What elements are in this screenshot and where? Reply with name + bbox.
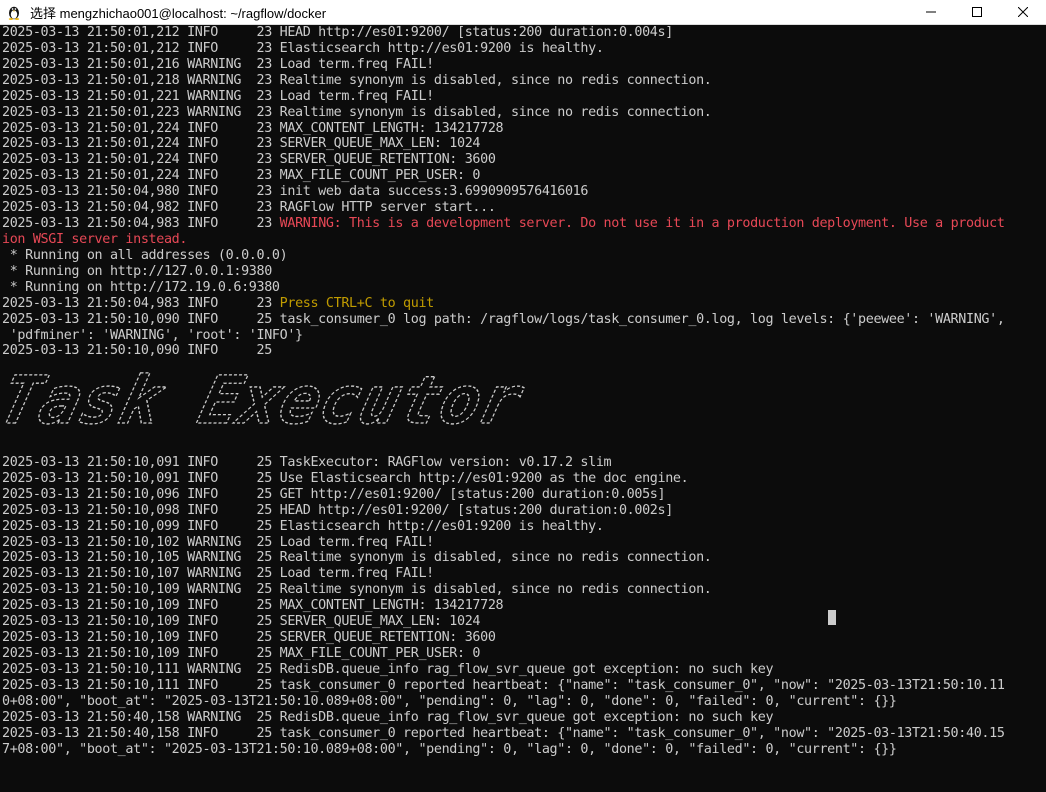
log-line: 2025-03-13 21:50:40,158 INFO 25 task_con…: [2, 726, 1044, 742]
ascii-banner: Task Executor: [2, 359, 1044, 455]
log-line: 2025-03-13 21:50:01,212 INFO 23 HEAD htt…: [2, 25, 1044, 41]
log-line: 0+08:00", "boot_at": "2025-03-13T21:50:1…: [2, 694, 1044, 710]
log-line: 2025-03-13 21:50:10,099 INFO 25 Elastics…: [2, 519, 1044, 535]
log-text: 2025-03-13 21:50:10,111 INFO 25 task_con…: [2, 677, 1005, 693]
log-text: 2025-03-13 21:50:10,111 WARNING 25 Redis…: [2, 661, 774, 677]
log-line: 2025-03-13 21:50:10,091 INFO 25 TaskExec…: [2, 455, 1044, 471]
log-text: 2025-03-13 21:50:04,983 INFO 23: [2, 216, 280, 232]
terminal-output[interactable]: 2025-03-13 21:50:01,212 INFO 23 HEAD htt…: [2, 25, 1044, 792]
log-line: 2025-03-13 21:50:10,111 INFO 25 task_con…: [2, 678, 1044, 694]
warning-text: ion WSGI server instead.: [2, 231, 188, 247]
log-line: 2025-03-13 21:50:10,109 INFO 25 MAX_FILE…: [2, 646, 1044, 662]
window-controls: [908, 0, 1046, 24]
window-title: 选择 mengzhichao001@localhost: ~/ragflow/d…: [30, 5, 327, 21]
log-line: 2025-03-13 21:50:10,109 INFO 25 SERVER_Q…: [2, 630, 1044, 646]
log-text: 2025-03-13 21:50:01,212 INFO 23 HEAD htt…: [2, 25, 673, 40]
log-text: 2025-03-13 21:50:04,983 INFO 23: [2, 295, 280, 311]
log-line: 2025-03-13 21:50:01,218 WARNING 23 Realt…: [2, 73, 1044, 89]
log-line: 2025-03-13 21:50:10,096 INFO 25 GET http…: [2, 487, 1044, 503]
log-text: 2025-03-13 21:50:01,223 WARNING 23 Realt…: [2, 104, 712, 120]
maximize-button[interactable]: [954, 0, 1000, 24]
log-text: 2025-03-13 21:50:01,224 INFO 23 MAX_CONT…: [2, 120, 504, 136]
log-text: * Running on http://172.19.0.6:9380: [2, 279, 280, 295]
log-line: 2025-03-13 21:50:04,982 INFO 23 RAGFlow …: [2, 200, 1044, 216]
log-line: 7+08:00", "boot_at": "2025-03-13T21:50:1…: [2, 742, 1044, 758]
maximize-icon: [972, 7, 982, 17]
log-text: 7+08:00", "boot_at": "2025-03-13T21:50:1…: [2, 741, 897, 757]
log-line: 2025-03-13 21:50:10,111 WARNING 25 Redis…: [2, 662, 1044, 678]
log-text: 2025-03-13 21:50:10,099 INFO 25 Elastics…: [2, 518, 604, 534]
log-line: 2025-03-13 21:50:01,224 INFO 23 MAX_FILE…: [2, 168, 1044, 184]
log-text: 2025-03-13 21:50:04,980 INFO 23 init web…: [2, 184, 589, 200]
window-titlebar[interactable]: 选择 mengzhichao001@localhost: ~/ragflow/d…: [0, 0, 1046, 25]
log-line: 2025-03-13 21:50:04,980 INFO 23 init web…: [2, 184, 1044, 200]
highlight-text: Press CTRL+C to quit: [279, 295, 435, 311]
warning-text: WARNING: This is a development server. D…: [279, 216, 1005, 232]
log-block-after: 2025-03-13 21:50:10,091 INFO 25 TaskExec…: [2, 455, 1044, 758]
log-text: 2025-03-13 21:50:04,982 INFO 23 RAGFlow …: [2, 200, 496, 216]
log-text: 'pdfminer': 'WARNING', 'root': 'INFO'}: [2, 327, 303, 343]
log-line: 2025-03-13 21:50:01,216 WARNING 23 Load …: [2, 57, 1044, 73]
log-line: 2025-03-13 21:50:01,224 INFO 23 SERVER_Q…: [2, 152, 1044, 168]
linux-penguin-icon: [6, 4, 22, 20]
log-line: 2025-03-13 21:50:10,109 INFO 25 SERVER_Q…: [2, 614, 1044, 630]
log-text: 0+08:00", "boot_at": "2025-03-13T21:50:1…: [2, 693, 897, 709]
log-text: 2025-03-13 21:50:10,109 INFO 25 SERVER_Q…: [2, 614, 481, 630]
log-text: 2025-03-13 21:50:10,109 INFO 25 MAX_CONT…: [2, 598, 504, 614]
log-line: 2025-03-13 21:50:01,221 WARNING 23 Load …: [2, 89, 1044, 105]
log-line: 2025-03-13 21:50:10,109 INFO 25 MAX_CONT…: [2, 598, 1044, 614]
log-text: 2025-03-13 21:50:01,212 INFO 23 Elastics…: [2, 40, 604, 56]
log-text: 2025-03-13 21:50:01,224 INFO 23 MAX_FILE…: [2, 168, 481, 184]
log-block-before: 2025-03-13 21:50:01,212 INFO 23 HEAD htt…: [2, 25, 1044, 359]
log-text: 2025-03-13 21:50:10,096 INFO 25 GET http…: [2, 486, 666, 502]
ascii-banner-text: Task Executor: [4, 365, 531, 439]
log-line: ion WSGI server instead.: [2, 232, 1044, 248]
log-line: 2025-03-13 21:50:40,158 WARNING 25 Redis…: [2, 710, 1044, 726]
log-line: 2025-03-13 21:50:01,224 INFO 23 MAX_CONT…: [2, 121, 1044, 137]
log-text: * Running on http://127.0.0.1:9380: [2, 263, 273, 279]
log-line: 2025-03-13 21:50:10,107 WARNING 25 Load …: [2, 566, 1044, 582]
log-text: 2025-03-13 21:50:10,091 INFO 25 TaskExec…: [2, 454, 612, 470]
log-line: 2025-03-13 21:50:04,983 INFO 23 WARNING:…: [2, 216, 1044, 232]
log-text: * Running on all addresses (0.0.0.0): [2, 247, 288, 263]
log-line: 2025-03-13 21:50:10,090 INFO 25: [2, 343, 1044, 359]
log-line: 2025-03-13 21:50:10,102 WARNING 25 Load …: [2, 535, 1044, 551]
minimize-icon: [926, 11, 936, 13]
log-line: * Running on http://127.0.0.1:9380: [2, 264, 1044, 280]
log-text: 2025-03-13 21:50:10,090 INFO 25: [2, 343, 272, 359]
log-line: 2025-03-13 21:50:10,090 INFO 25 task_con…: [2, 312, 1044, 328]
log-line: 'pdfminer': 'WARNING', 'root': 'INFO'}: [2, 328, 1044, 344]
log-text: 2025-03-13 21:50:40,158 WARNING 25 Redis…: [2, 709, 774, 725]
log-text: 2025-03-13 21:50:10,109 INFO 25 MAX_FILE…: [2, 646, 481, 662]
log-text: 2025-03-13 21:50:01,224 INFO 23 SERVER_Q…: [2, 136, 481, 152]
log-text: 2025-03-13 21:50:10,109 WARNING 25 Realt…: [2, 582, 712, 598]
minimize-button[interactable]: [908, 0, 954, 24]
log-text: 2025-03-13 21:50:10,090 INFO 25 task_con…: [2, 311, 1005, 327]
log-text: 2025-03-13 21:50:10,107 WARNING 25 Load …: [2, 566, 434, 582]
log-line: * Running on http://172.19.0.6:9380: [2, 280, 1044, 296]
log-text: 2025-03-13 21:50:10,105 WARNING 25 Realt…: [2, 550, 712, 566]
close-button[interactable]: [1000, 0, 1046, 24]
log-line: 2025-03-13 21:50:01,223 WARNING 23 Realt…: [2, 105, 1044, 121]
log-text: 2025-03-13 21:50:10,098 INFO 25 HEAD htt…: [2, 502, 673, 518]
log-line: 2025-03-13 21:50:01,224 INFO 23 SERVER_Q…: [2, 136, 1044, 152]
log-text: 2025-03-13 21:50:01,224 INFO 23 SERVER_Q…: [2, 152, 496, 168]
log-text: 2025-03-13 21:50:10,091 INFO 25 Use Elas…: [2, 470, 689, 486]
log-text: 2025-03-13 21:50:01,218 WARNING 23 Realt…: [2, 72, 712, 88]
close-icon: [1018, 7, 1028, 17]
log-line: 2025-03-13 21:50:10,091 INFO 25 Use Elas…: [2, 471, 1044, 487]
log-line: 2025-03-13 21:50:10,105 WARNING 25 Realt…: [2, 550, 1044, 566]
text-cursor: [828, 610, 836, 625]
log-line: 2025-03-13 21:50:04,983 INFO 23 Press CT…: [2, 296, 1044, 312]
log-text: 2025-03-13 21:50:01,216 WARNING 23 Load …: [2, 56, 434, 72]
log-line: 2025-03-13 21:50:10,109 WARNING 25 Realt…: [2, 582, 1044, 598]
log-line: 2025-03-13 21:50:10,098 INFO 25 HEAD htt…: [2, 503, 1044, 519]
log-text: 2025-03-13 21:50:10,109 INFO 25 SERVER_Q…: [2, 630, 496, 646]
log-line: * Running on all addresses (0.0.0.0): [2, 248, 1044, 264]
log-text: 2025-03-13 21:50:40,158 INFO 25 task_con…: [2, 725, 1005, 741]
log-text: 2025-03-13 21:50:10,102 WARNING 25 Load …: [2, 534, 434, 550]
log-line: 2025-03-13 21:50:01,212 INFO 23 Elastics…: [2, 41, 1044, 57]
log-text: 2025-03-13 21:50:01,221 WARNING 23 Load …: [2, 88, 434, 104]
